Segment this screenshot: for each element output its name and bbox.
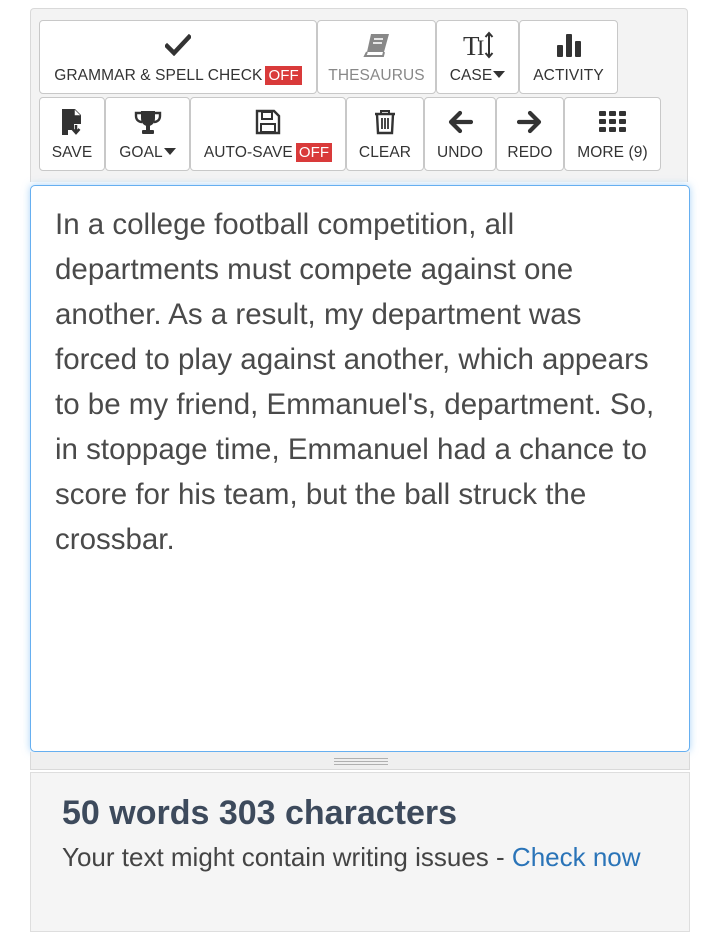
undo-button[interactable]: UNDO	[424, 97, 496, 171]
writing-issues-message: Your text might contain writing issues -…	[62, 837, 658, 877]
thesaurus-button[interactable]: THESAURUS	[317, 20, 436, 94]
trash-icon	[347, 108, 423, 136]
thesaurus-label: THESAURUS	[328, 67, 425, 84]
grid-icon	[565, 108, 660, 136]
undo-label: UNDO	[436, 144, 484, 161]
more-label: MORE (9)	[577, 144, 648, 161]
svg-text:I: I	[477, 35, 484, 59]
auto-save-label: AUTO-SAVE OFF	[191, 143, 345, 162]
editor-toolbar: GRAMMAR & SPELL CHECK OFF THESAURUS T I C…	[30, 8, 688, 182]
trophy-icon	[106, 108, 189, 136]
check-icon	[40, 31, 316, 59]
auto-save-off-badge: OFF	[295, 143, 333, 162]
goal-label: GOAL	[106, 144, 189, 162]
bar-chart-icon	[520, 31, 617, 59]
redo-label: REDO	[507, 144, 553, 161]
floppy-disk-icon	[191, 108, 345, 136]
grammar-off-badge: OFF	[265, 66, 302, 85]
text-editor[interactable]: In a college football competition, all d…	[30, 185, 690, 752]
check-now-link[interactable]: Check now	[512, 842, 641, 872]
save-button[interactable]: SAVE	[39, 97, 105, 171]
resize-handle[interactable]	[30, 752, 690, 770]
save-label: SAVE	[51, 144, 93, 161]
case-button[interactable]: T I CASE	[436, 20, 519, 94]
chevron-down-icon	[163, 148, 176, 155]
grammar-spell-check-button[interactable]: GRAMMAR & SPELL CHECK OFF	[39, 20, 317, 94]
arrow-left-icon	[425, 108, 495, 136]
grammar-button-label: GRAMMAR & SPELL CHECK OFF	[40, 66, 316, 85]
save-download-icon	[40, 108, 104, 136]
auto-save-button[interactable]: AUTO-SAVE OFF	[190, 97, 346, 171]
case-label: CASE	[437, 67, 518, 85]
redo-button[interactable]: REDO	[496, 97, 564, 171]
writing-issues-text: Your text might contain writing issues -	[62, 842, 512, 872]
goal-button[interactable]: GOAL	[105, 97, 190, 171]
chevron-down-icon	[493, 71, 506, 78]
arrow-right-icon	[497, 108, 563, 136]
text-case-icon: T I	[437, 31, 518, 59]
activity-label: ACTIVITY	[533, 67, 604, 84]
grip-icon	[334, 758, 388, 765]
book-icon	[318, 31, 435, 59]
activity-button[interactable]: ACTIVITY	[519, 20, 618, 94]
clear-button[interactable]: CLEAR	[346, 97, 424, 171]
stats-panel: 50 words 303 characters Your text might …	[30, 772, 690, 932]
more-button[interactable]: MORE (9)	[564, 97, 661, 171]
clear-label: CLEAR	[358, 144, 412, 161]
word-character-count: 50 words 303 characters	[62, 794, 458, 832]
